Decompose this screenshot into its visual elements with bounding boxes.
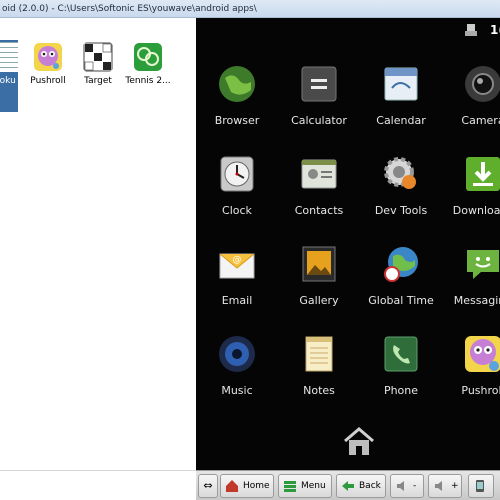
app-label: Phone: [383, 384, 419, 397]
email-icon: @: [219, 253, 255, 279]
volume-up-button[interactable]: +: [428, 474, 462, 498]
volume-icon: [397, 481, 404, 491]
home-button[interactable]: Home: [220, 474, 274, 498]
messaging-icon: [467, 250, 499, 279]
app-browser[interactable]: Browser: [196, 64, 278, 127]
back-button-label: Back: [359, 481, 381, 491]
app-list-panel: udoku Pushroll Target Tennis 2...: [0, 18, 196, 470]
volume-down-button[interactable]: -: [390, 474, 424, 498]
gear-icon: [384, 157, 416, 189]
sudoku-icon: [0, 42, 18, 72]
app-label: Gallery: [299, 294, 339, 307]
app-list-item-sudoku[interactable]: udoku: [0, 40, 18, 112]
app-list-label: Pushroll: [30, 76, 66, 86]
tennis-icon: [134, 43, 162, 71]
app-label: Browser: [214, 114, 260, 127]
app-label: Calculator: [291, 114, 347, 127]
menu-icon: [284, 481, 296, 492]
phone-settings-button[interactable]: [468, 474, 494, 498]
phone-icon: [384, 336, 418, 372]
menu-button-label: Menu: [301, 481, 326, 491]
home-icon[interactable]: [342, 426, 376, 458]
app-clock[interactable]: Clock: [196, 154, 278, 217]
target-icon: [83, 42, 113, 72]
app-calendar[interactable]: Calendar: [360, 64, 442, 127]
volume-down-label: -: [413, 481, 417, 491]
status-bar: 1(: [196, 18, 500, 42]
app-phone[interactable]: Phone: [360, 334, 442, 397]
pushroll-icon: [465, 336, 500, 372]
app-gallery[interactable]: Gallery: [278, 244, 360, 307]
app-list-label: Target: [84, 76, 112, 86]
app-list-label: Tennis 2...: [125, 76, 171, 86]
app-calculator[interactable]: Calculator: [278, 64, 360, 127]
app-label: Email: [221, 294, 253, 307]
app-label: Calendar: [376, 114, 426, 127]
app-global-time[interactable]: Global Time: [360, 244, 442, 307]
app-messaging[interactable]: Messaging: [442, 244, 500, 307]
back-arrow-icon: [342, 481, 354, 491]
status-time: 1(: [490, 23, 500, 37]
emulator-toolbar: ⇔ Home Menu Back - +: [196, 470, 500, 500]
app-label: Contacts: [294, 204, 344, 217]
rotate-button[interactable]: ⇔: [198, 474, 218, 498]
app-contacts[interactable]: Contacts: [278, 154, 360, 217]
calculator-icon: [301, 66, 337, 102]
app-label: Messaging: [453, 294, 500, 307]
app-label: Camera: [461, 114, 500, 127]
android-screen: 1( Browser Calculator Calendar Camera: [196, 18, 500, 470]
speaker-icon: [219, 336, 255, 372]
globe-clock-icon: [384, 247, 418, 282]
app-label: Pushroll: [461, 384, 500, 397]
app-list-item-tennis[interactable]: Tennis 2...: [124, 40, 172, 112]
app-label: Global Time: [368, 294, 434, 307]
window-title-bar: oid (2.0.0) - C:\Users\Softonic ES\youwa…: [0, 0, 500, 18]
app-notes[interactable]: Notes: [278, 334, 360, 397]
device-icon: [476, 480, 484, 492]
app-list-item-target[interactable]: Target: [74, 40, 122, 112]
app-label: Notes: [303, 384, 335, 397]
window-title: oid (2.0.0) - C:\Users\Softonic ES\youwa…: [2, 4, 257, 14]
rotate-icon: ⇔: [203, 479, 213, 492]
app-email[interactable]: @ Email: [196, 244, 278, 307]
back-button[interactable]: Back: [336, 474, 386, 498]
app-camera[interactable]: Camera: [442, 64, 500, 127]
home-button-label: Home: [243, 481, 270, 491]
house-icon: [226, 480, 238, 492]
menu-button[interactable]: Menu: [278, 474, 332, 498]
usb-icon: [465, 24, 477, 36]
app-list-item-pushroll[interactable]: Pushroll: [24, 40, 72, 112]
gallery-icon: [302, 246, 336, 282]
app-pushroll[interactable]: Pushroll: [442, 334, 500, 397]
app-list-label: udoku: [0, 76, 16, 86]
app-label: Music: [221, 384, 253, 397]
calendar-icon: [384, 67, 418, 101]
pushroll-icon: [34, 43, 62, 71]
globe-icon: [219, 66, 255, 102]
svg-text:@: @: [233, 255, 242, 265]
app-label: Dev Tools: [374, 204, 428, 217]
camera-icon: [465, 66, 500, 102]
volume-up-label: +: [451, 481, 459, 491]
volume-icon: [435, 481, 442, 491]
notes-icon: [305, 336, 333, 372]
download-icon: [466, 157, 500, 191]
app-label: Clock: [222, 204, 252, 217]
contacts-icon: [301, 159, 337, 189]
app-music[interactable]: Music: [196, 334, 278, 397]
left-panel-footer: [0, 470, 196, 500]
app-dev-tools[interactable]: Dev Tools: [360, 154, 442, 217]
app-label: Downloads: [452, 204, 500, 217]
clock-icon: [220, 156, 254, 192]
app-downloads[interactable]: Downloads: [442, 154, 500, 217]
